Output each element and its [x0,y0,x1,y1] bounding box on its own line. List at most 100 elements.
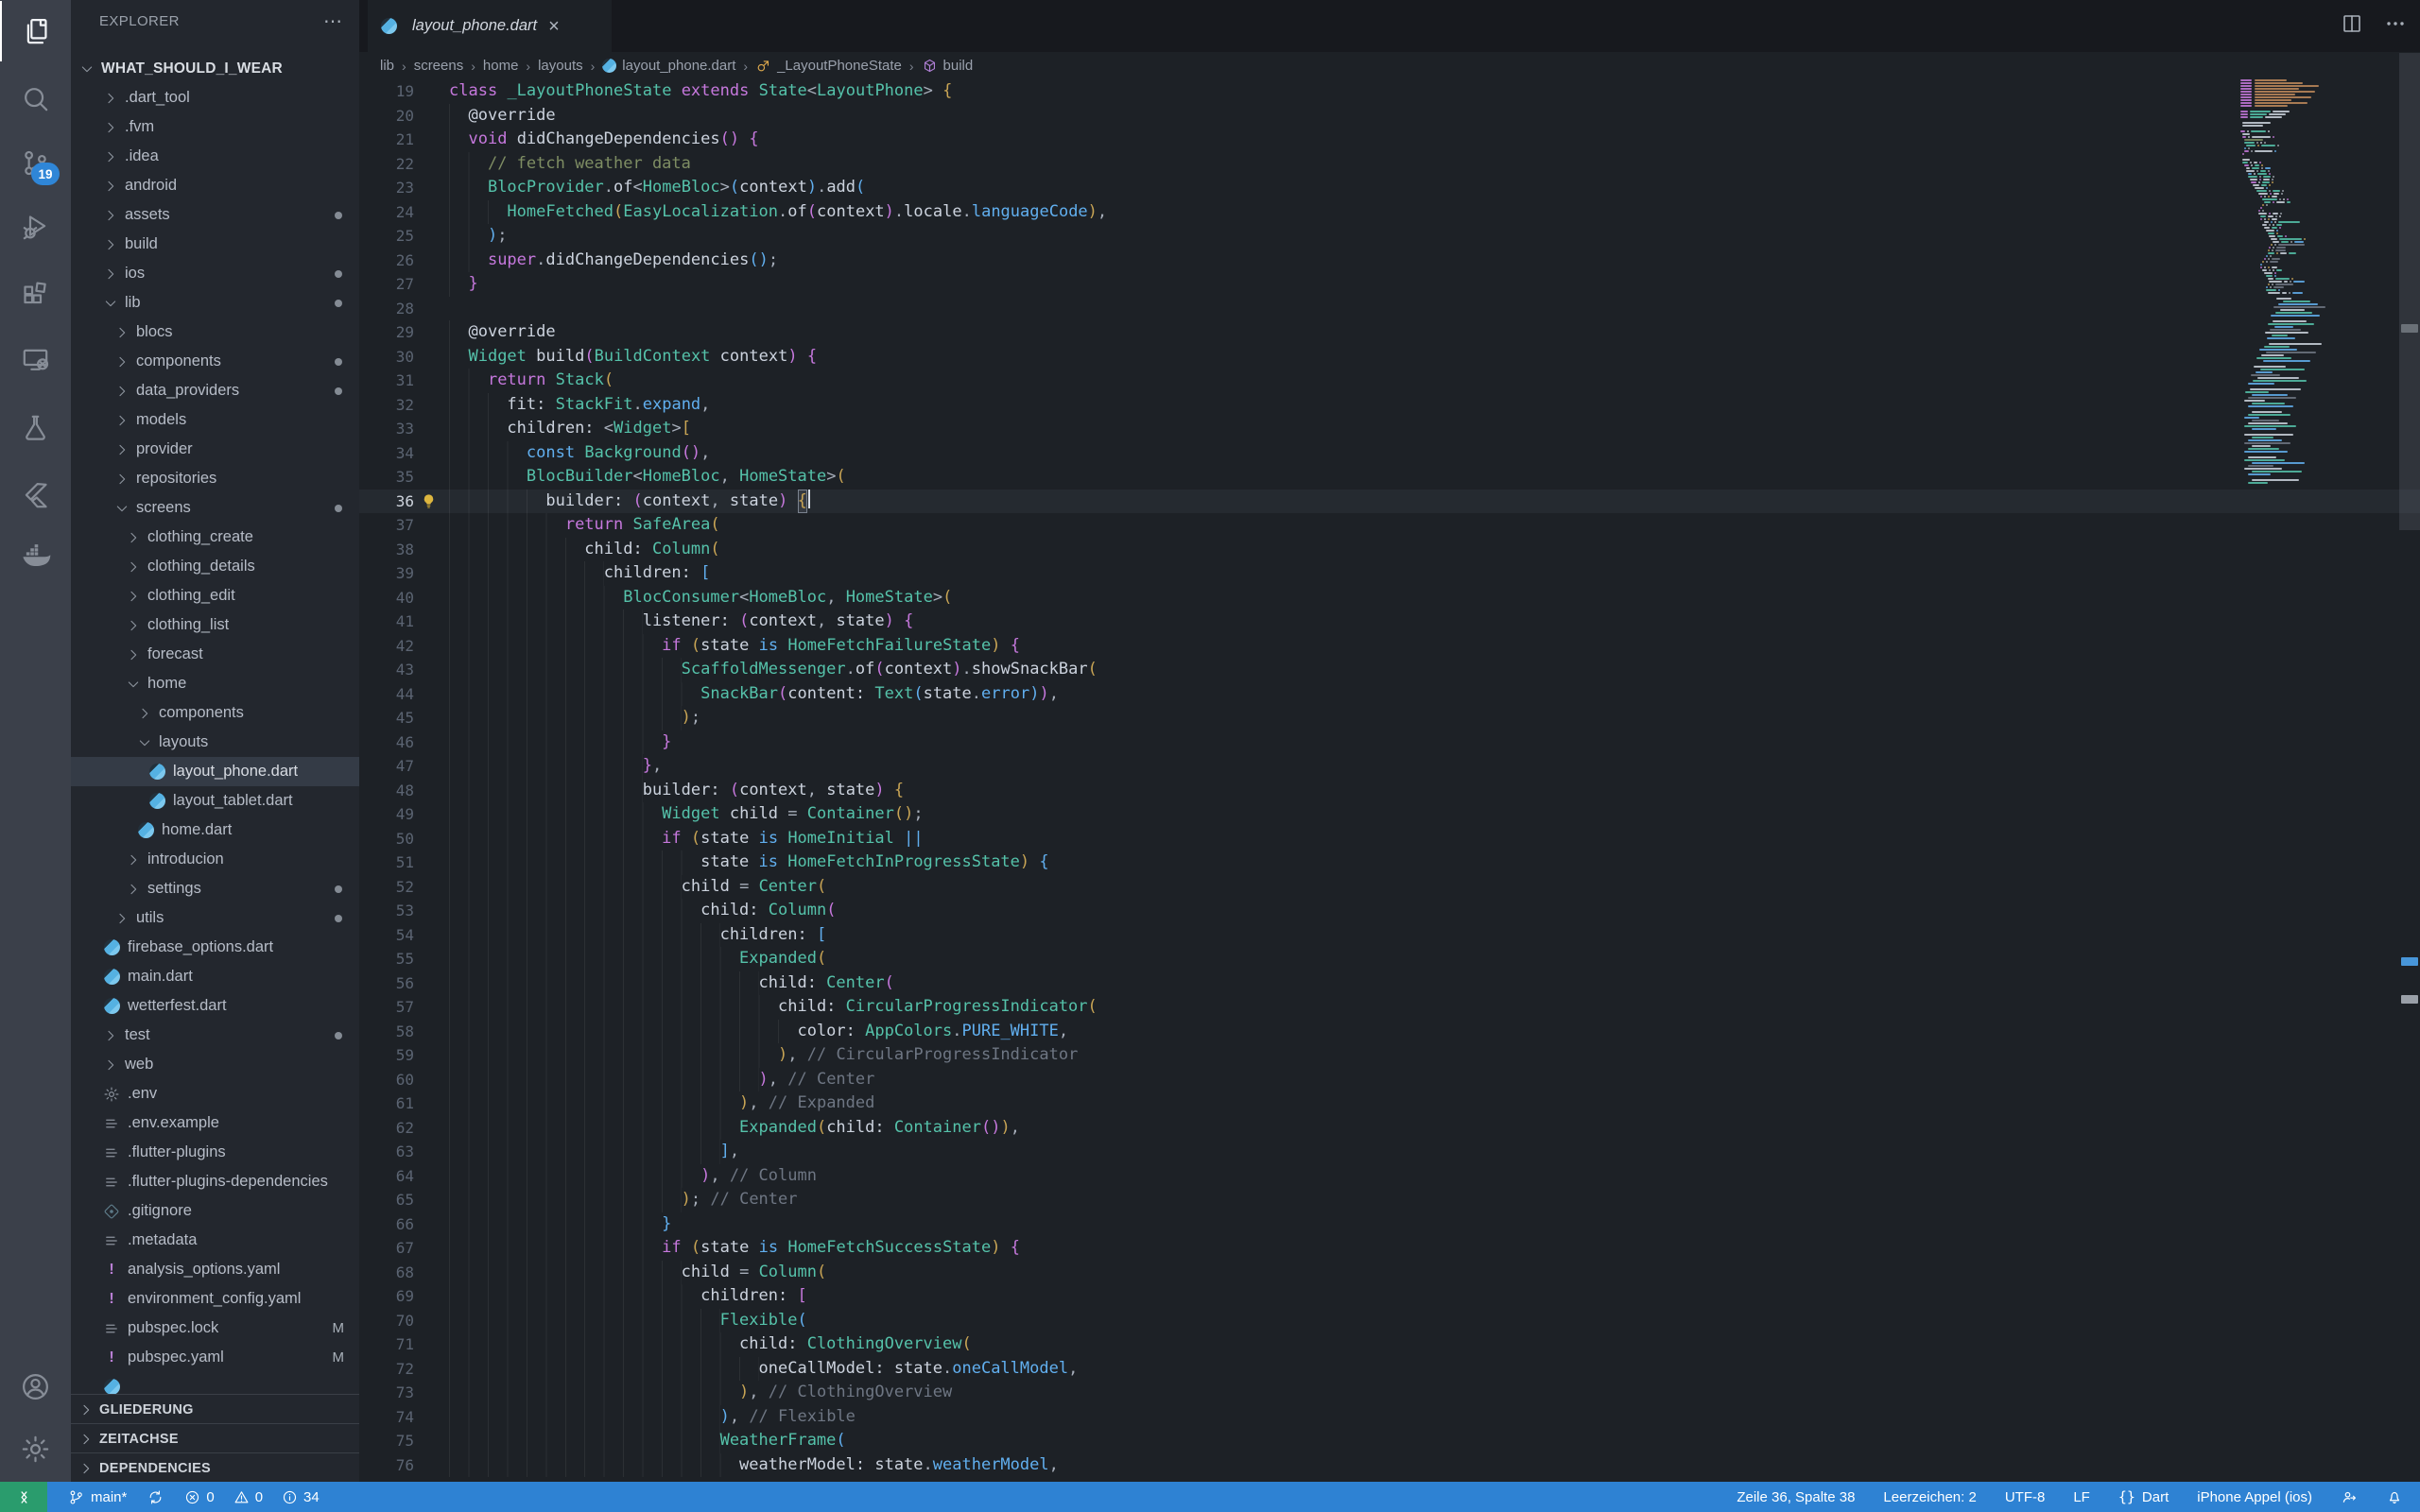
activitybar-testing-icon[interactable] [0,397,71,457]
tree-item-test[interactable]: test [71,1021,359,1050]
tree-item-utils[interactable]: utils [71,903,359,933]
code-line-31: 31 return Stack( [359,369,2420,393]
sync-button[interactable] [147,1489,164,1505]
activitybar-flutter-icon[interactable] [0,465,71,525]
tree-item-settings[interactable]: settings [71,874,359,903]
activitybar-search-icon[interactable] [0,68,71,129]
tree-item-screens[interactable]: screens [71,493,359,523]
activitybar-docker-icon[interactable] [0,525,71,586]
tree-item-analysis_options.yaml[interactable]: !analysis_options.yaml [71,1255,359,1284]
activitybar-extensions-icon[interactable] [0,265,71,325]
feedback-icon[interactable] [2341,1488,2358,1505]
tree-item-layouts[interactable]: layouts [71,728,359,757]
sidebar-section-gliederung[interactable]: GLIEDERUNG [71,1394,359,1424]
tab-layout-phone-dart[interactable]: layout_phone.dart × [368,0,612,52]
tree-item-models[interactable]: models [71,405,359,435]
tree-item-pubspec.yaml[interactable]: !pubspec.yamlM [71,1343,359,1372]
tree-item-layout_tablet.dart[interactable]: layout_tablet.dart [71,786,359,816]
code-line-58: 58 color: AppColors.PURE_WHITE, [359,1020,2420,1044]
scrollbar-thumb[interactable] [2399,53,2420,530]
tree-item-blocs[interactable]: blocs [71,318,359,347]
split-editor-icon[interactable] [2341,12,2363,40]
git-branch-item[interactable]: main* [68,1489,127,1505]
tree-item-components[interactable]: components [71,698,359,728]
activitybar-source-control-icon[interactable]: 19 [0,132,71,193]
tree-item-android[interactable]: android [71,171,359,200]
editor-scrollbar[interactable] [2399,0,2420,1482]
tree-item-ios[interactable]: ios [71,259,359,288]
explorer-more-actions-icon[interactable]: ⋯ [323,9,344,33]
tree-item-.dart_tool[interactable]: .dart_tool [71,83,359,112]
status-encoding[interactable]: UTF-8 [2005,1489,2046,1505]
status-language[interactable]: {}Dart [2118,1488,2169,1505]
breadcrumb-layouts[interactable]: layouts [538,58,583,74]
sidebar-section-zeitachse[interactable]: ZEITACHSE [71,1423,359,1453]
breadcrumb-home[interactable]: home [483,58,519,74]
tree-item-.env[interactable]: .env [71,1079,359,1108]
breadcrumb-lib[interactable]: lib [380,58,394,74]
tree-item-repositories[interactable]: repositories [71,464,359,493]
status-cursor-position[interactable]: Zeile 36, Spalte 38 [1737,1489,1855,1505]
line-number: 68 [359,1261,414,1285]
tree-item-pubspec.lock[interactable]: pubspec.lockM [71,1314,359,1343]
chevron-right-icon [126,618,141,633]
tree-item-provider[interactable]: provider [71,435,359,464]
tree-item-clothing_details[interactable]: clothing_details [71,552,359,581]
tree-root-WHAT_SHOULD_I_WEAR[interactable]: WHAT_SHOULD_I_WEAR [71,54,359,83]
tree-item-build[interactable]: build [71,230,359,259]
tree-item-clothing_edit[interactable]: clothing_edit [71,581,359,610]
tree-item-lib[interactable]: lib [71,288,359,318]
status-indentation[interactable]: Leerzeichen: 2 [1883,1489,1976,1505]
problems-item[interactable]: 0 0 34 [184,1489,319,1505]
tree-item-.flutter-plugins-dependencies[interactable]: .flutter-plugins-dependencies [71,1167,359,1196]
tree-item-environment_config.yaml[interactable]: !environment_config.yaml [71,1284,359,1314]
tree-item-.flutter-plugins[interactable]: .flutter-plugins [71,1138,359,1167]
code-line-25: 25 ); [359,224,2420,249]
tree-item-wetterfest.dart[interactable]: wetterfest.dart [71,991,359,1021]
tree-item-firebase_options.dart[interactable]: firebase_options.dart [71,933,359,962]
tree-item-components[interactable]: components [71,347,359,376]
breadcrumb-_LayoutPhoneState[interactable]: _LayoutPhoneState [755,58,902,74]
tree-item-clothing_list[interactable]: clothing_list [71,610,359,640]
remote-indicator[interactable] [0,1482,47,1512]
activitybar-settings-icon[interactable] [0,1418,71,1479]
bell-icon[interactable] [2386,1488,2403,1505]
activitybar-run-debug-icon[interactable] [0,197,71,257]
breadcrumb-screens[interactable]: screens [414,58,464,74]
tree-item-assets[interactable]: assets [71,200,359,230]
breadcrumb-layout_phone.dart[interactable]: layout_phone.dart [602,58,735,74]
tree-item-web[interactable]: web [71,1050,359,1079]
tab-close-icon[interactable]: × [548,17,560,36]
explorer-title: EXPLORER [99,13,180,29]
activitybar-account-icon[interactable] [0,1356,71,1417]
activitybar-explorer-icon[interactable] [0,1,73,61]
tree-item-clothing_create[interactable]: clothing_create [71,523,359,552]
lightbulb-icon[interactable] [420,492,438,510]
code-area[interactable]: 19class _LayoutPhoneState extends State<… [359,79,2420,1477]
list-file-icon [103,1232,120,1249]
tree-item-label: web [125,1056,153,1074]
tree-item-layout_phone.dart[interactable]: layout_phone.dart [71,757,359,786]
tree-item-home[interactable]: home [71,669,359,698]
tree-item-.idea[interactable]: .idea [71,142,359,171]
branch-label: main* [91,1489,127,1505]
tree-item-label: ios [125,265,145,283]
sidebar-section-dependencies[interactable]: DEPENDENCIES [71,1452,359,1482]
activitybar-remote-explorer-icon[interactable] [0,329,71,389]
tree-item-home.dart[interactable]: home.dart [71,816,359,845]
status-device[interactable]: iPhone Appel (ios) [2197,1489,2312,1505]
tree-item-main.dart[interactable]: main.dart [71,962,359,991]
minimap[interactable] [2238,79,2348,485]
tree-item-introducion[interactable]: introducion [71,845,359,874]
tree-item-.metadata[interactable]: .metadata [71,1226,359,1255]
code-line-43: 43 ScaffoldMessenger.of(context).showSna… [359,658,2420,682]
tree-item-.fvm[interactable]: .fvm [71,112,359,142]
chevron-right-icon [126,882,141,897]
tree-item-.env.example[interactable]: .env.example [71,1108,359,1138]
status-eol[interactable]: LF [2073,1489,2090,1505]
git-file-icon [103,1203,120,1220]
tree-item-data_providers[interactable]: data_providers [71,376,359,405]
tree-item-.gitignore[interactable]: .gitignore [71,1196,359,1226]
tree-item-forecast[interactable]: forecast [71,640,359,669]
breadcrumb-build[interactable]: build [922,58,974,74]
